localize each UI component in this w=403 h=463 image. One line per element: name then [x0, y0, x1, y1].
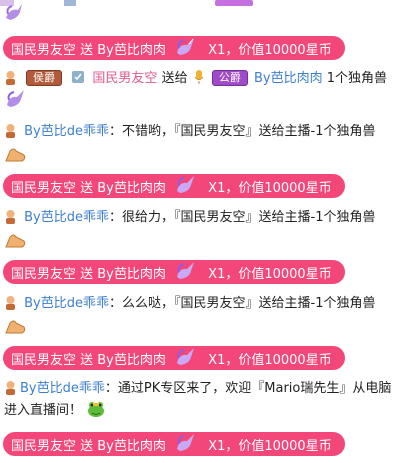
rank-badge: 侯爵 [26, 70, 63, 86]
chat-user[interactable]: By芭比de乖乖 [24, 124, 109, 139]
unicorn-icon [174, 432, 198, 456]
rank-badge-duke: 公爵 [211, 70, 248, 86]
gift-banner: 国民男友空 送 By芭比肉肉 X1，价值10000星币 [3, 260, 345, 284]
unicorn-icon [174, 346, 198, 370]
frog-icon [86, 400, 106, 426]
banner-text: 国民男友空 送 By芭比肉肉 [11, 43, 166, 58]
cutoff-icons [0, 0, 253, 20]
gift-amount: 1个独角兽 [326, 71, 388, 86]
top-cutoff-row [0, 0, 403, 22]
chat-message: By芭比de乖乖：不错哟，『国民男友空』送给主播-1个独角兽 [4, 122, 399, 142]
chat-message: By芭比de乖乖：么么哒，『国民男友空』送给主播-1个独角兽 [4, 294, 399, 314]
avatar-icon [4, 380, 17, 395]
thumbs-up-icon [4, 234, 26, 253]
chat-user[interactable]: By芭比de乖乖 [24, 296, 109, 311]
chat-emoji-row [4, 143, 399, 170]
gift-banner: 国民男友空 送 By芭比肉肉 X1，价值10000星币 [3, 432, 345, 456]
unicorn-icon [174, 36, 198, 60]
banner-value-text: X1，价值10000星币 [208, 43, 332, 58]
gift-banner: 国民男友空 送 By芭比肉肉 X1，价值10000星币 [3, 174, 345, 198]
chat-user[interactable]: By芭比de乖乖 [24, 210, 109, 225]
chat-text: 很给力，『国民男友空』送给主播-1个独角兽 [122, 210, 376, 225]
chat-text: 不错哟，『国民男友空』送给主播-1个独角兽 [122, 124, 376, 139]
chat-emoji-row [4, 229, 399, 256]
avatar-icon [4, 209, 17, 224]
gift-banner: 国民男友空 送 By芭比肉肉 X1，价值10000星币 [3, 36, 345, 60]
unicorn-icon [4, 90, 26, 112]
verb-text: 送给 [161, 71, 188, 86]
unicorn-icon [174, 174, 198, 198]
chat-user[interactable]: By芭比de乖乖 [20, 381, 105, 396]
thumbs-up-icon [4, 148, 26, 167]
unicorn-icon [6, 4, 22, 20]
avatar-icon [4, 123, 17, 138]
chat-emoji-row [4, 315, 399, 342]
chat-message: By芭比de乖乖：很给力，『国民男友空』送给主播-1个独角兽 [4, 208, 399, 228]
avatar-icon [4, 295, 17, 310]
unicorn-icon [174, 260, 198, 284]
gift-banner: 国民男友空 送 By芭比肉肉 X1，价值10000星币 [3, 346, 345, 370]
thumbs-up-icon [4, 320, 26, 339]
receiver-name[interactable]: By芭比肉肉 [254, 71, 323, 86]
chat-message: By芭比de乖乖：通过PK专区来了，欢迎『Mario瑞先生』从电脑进入直播间！ [4, 378, 399, 426]
gift-icon-row [4, 88, 399, 115]
avatar-icon [4, 70, 17, 85]
sender-name[interactable]: 国民男友空 [92, 71, 157, 86]
chat-text: 么么哒，『国民男友空』送给主播-1个独角兽 [122, 296, 376, 311]
